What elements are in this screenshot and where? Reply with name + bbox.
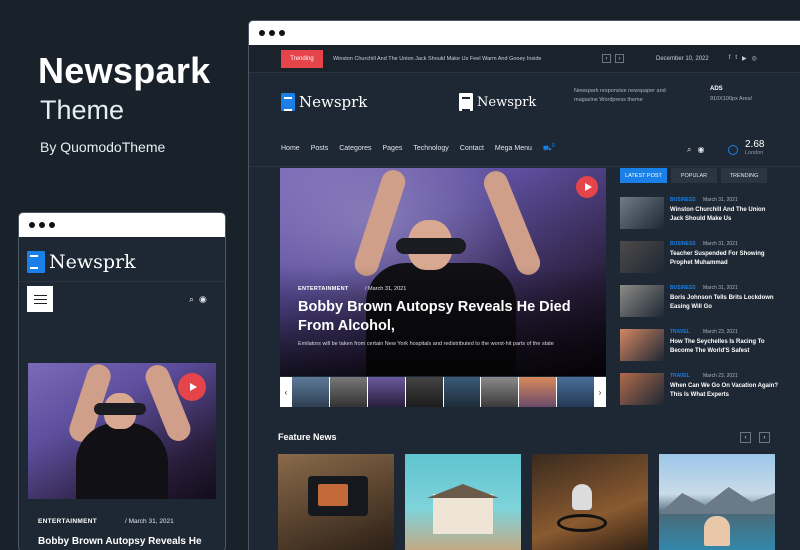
thumbnail-list — [292, 377, 594, 407]
featured-category[interactable]: ENTERTAINMENT — [298, 286, 349, 292]
beach-hut-roof-image — [427, 484, 499, 498]
post-thumbnail — [620, 329, 664, 361]
feature-news-arrows: ‹ › — [740, 432, 770, 443]
slider-thumbnail[interactable] — [519, 377, 557, 407]
post-date: March 23, 2021 — [703, 329, 738, 335]
chevron-right-icon[interactable]: › — [594, 377, 606, 407]
list-item[interactable]: BUSINESS March 31, 2021 Boris Johnson Te… — [620, 285, 780, 317]
chevron-left-icon[interactable]: ‹ — [740, 432, 751, 443]
person-image — [704, 516, 730, 546]
post-title: How The Seychelles Is Racing To Become T… — [670, 339, 765, 354]
beach-hut-image — [433, 494, 493, 534]
biker-image — [572, 484, 592, 510]
post-date: March 31, 2021 — [703, 285, 738, 291]
featured-description: Emilators will be taken from certain New… — [298, 341, 554, 347]
slider-thumbnail[interactable] — [292, 377, 329, 407]
post-title: When Can We Go On Vacation Again? This I… — [670, 383, 779, 398]
mobile-featured-post[interactable] — [28, 363, 216, 499]
post-tabs: LATEST POST POPULAR TRENDING — [620, 168, 767, 183]
featured-image-vr-headset — [396, 238, 466, 254]
camera-screen-image — [318, 484, 348, 506]
slider-thumbnails: ‹ › — [280, 377, 606, 407]
post-thumbnail — [620, 285, 664, 317]
list-item[interactable]: TRAVEL March 23, 2021 When Can We Go On … — [620, 373, 780, 405]
mountain-image — [659, 487, 775, 514]
post-date: March 31, 2021 — [703, 197, 738, 203]
post-thumbnail — [620, 373, 664, 405]
post-title: Boris Johnson Tells Brits Lockdown Easin… — [670, 295, 774, 310]
post-title: Winston Churchill And The Union Jack Sho… — [670, 207, 766, 222]
post-title: Teacher Suspended For Showing Prophet Mu… — [670, 251, 765, 266]
list-item[interactable]: BUSINESS March 31, 2021 Teacher Suspende… — [620, 241, 780, 273]
post-date: March 23, 2021 — [703, 373, 738, 379]
post-category: TRAVEL — [670, 329, 690, 335]
post-thumbnail — [620, 241, 664, 273]
chevron-right-icon[interactable]: › — [759, 432, 770, 443]
featured-post[interactable]: ENTERTAINMENT / March 31, 2021 Bobby Bro… — [280, 168, 606, 376]
post-date: March 31, 2021 — [703, 241, 738, 247]
tab-trending[interactable]: TRENDING — [721, 168, 767, 183]
feature-news-card[interactable] — [532, 454, 648, 550]
play-button[interactable] — [178, 373, 206, 401]
bike-wheel-image — [557, 514, 607, 532]
tab-latest-post[interactable]: LATEST POST — [620, 168, 667, 183]
slider-thumbnail[interactable] — [481, 377, 519, 407]
feature-news-card[interactable] — [659, 454, 775, 550]
play-button[interactable] — [576, 176, 598, 198]
post-category: BUSINESS — [670, 241, 696, 247]
mobile-content: ENTERTAINMENT / March 31, 2021 Bobby Bro… — [18, 0, 226, 550]
slider-thumbnail[interactable] — [557, 377, 594, 407]
post-category: BUSINESS — [670, 285, 696, 291]
featured-image-vr-headset — [94, 403, 146, 415]
mobile-featured-date: / March 31, 2021 — [125, 518, 174, 525]
feature-news-card[interactable] — [278, 454, 394, 550]
slider-thumbnail[interactable] — [405, 377, 443, 407]
slider-thumbnail[interactable] — [367, 377, 405, 407]
mobile-featured-category[interactable]: ENTERTAINMENT — [38, 518, 97, 525]
slider-thumbnail[interactable] — [443, 377, 481, 407]
featured-image-torso — [76, 423, 168, 499]
mobile-featured-title[interactable]: Bobby Brown Autopsy Reveals He — [38, 536, 202, 547]
list-item[interactable]: BUSINESS March 31, 2021 Winston Churchil… — [620, 197, 780, 229]
post-thumbnail — [620, 197, 664, 229]
chevron-left-icon[interactable]: ‹ — [280, 377, 292, 407]
post-category: BUSINESS — [670, 197, 696, 203]
featured-title[interactable]: Bobby Brown Autopsy Reveals He Died From… — [298, 298, 598, 336]
post-category: TRAVEL — [670, 373, 690, 379]
feature-news-heading: Feature News — [278, 432, 337, 442]
desktop-content: ENTERTAINMENT / March 31, 2021 Bobby Bro… — [248, 0, 800, 550]
feature-news-card[interactable] — [405, 454, 521, 550]
tab-popular[interactable]: POPULAR — [671, 168, 717, 183]
list-item[interactable]: TRAVEL March 23, 2021 How The Seychelles… — [620, 329, 780, 361]
featured-date: / March 31, 2021 — [365, 286, 407, 292]
slider-thumbnail[interactable] — [329, 377, 367, 407]
